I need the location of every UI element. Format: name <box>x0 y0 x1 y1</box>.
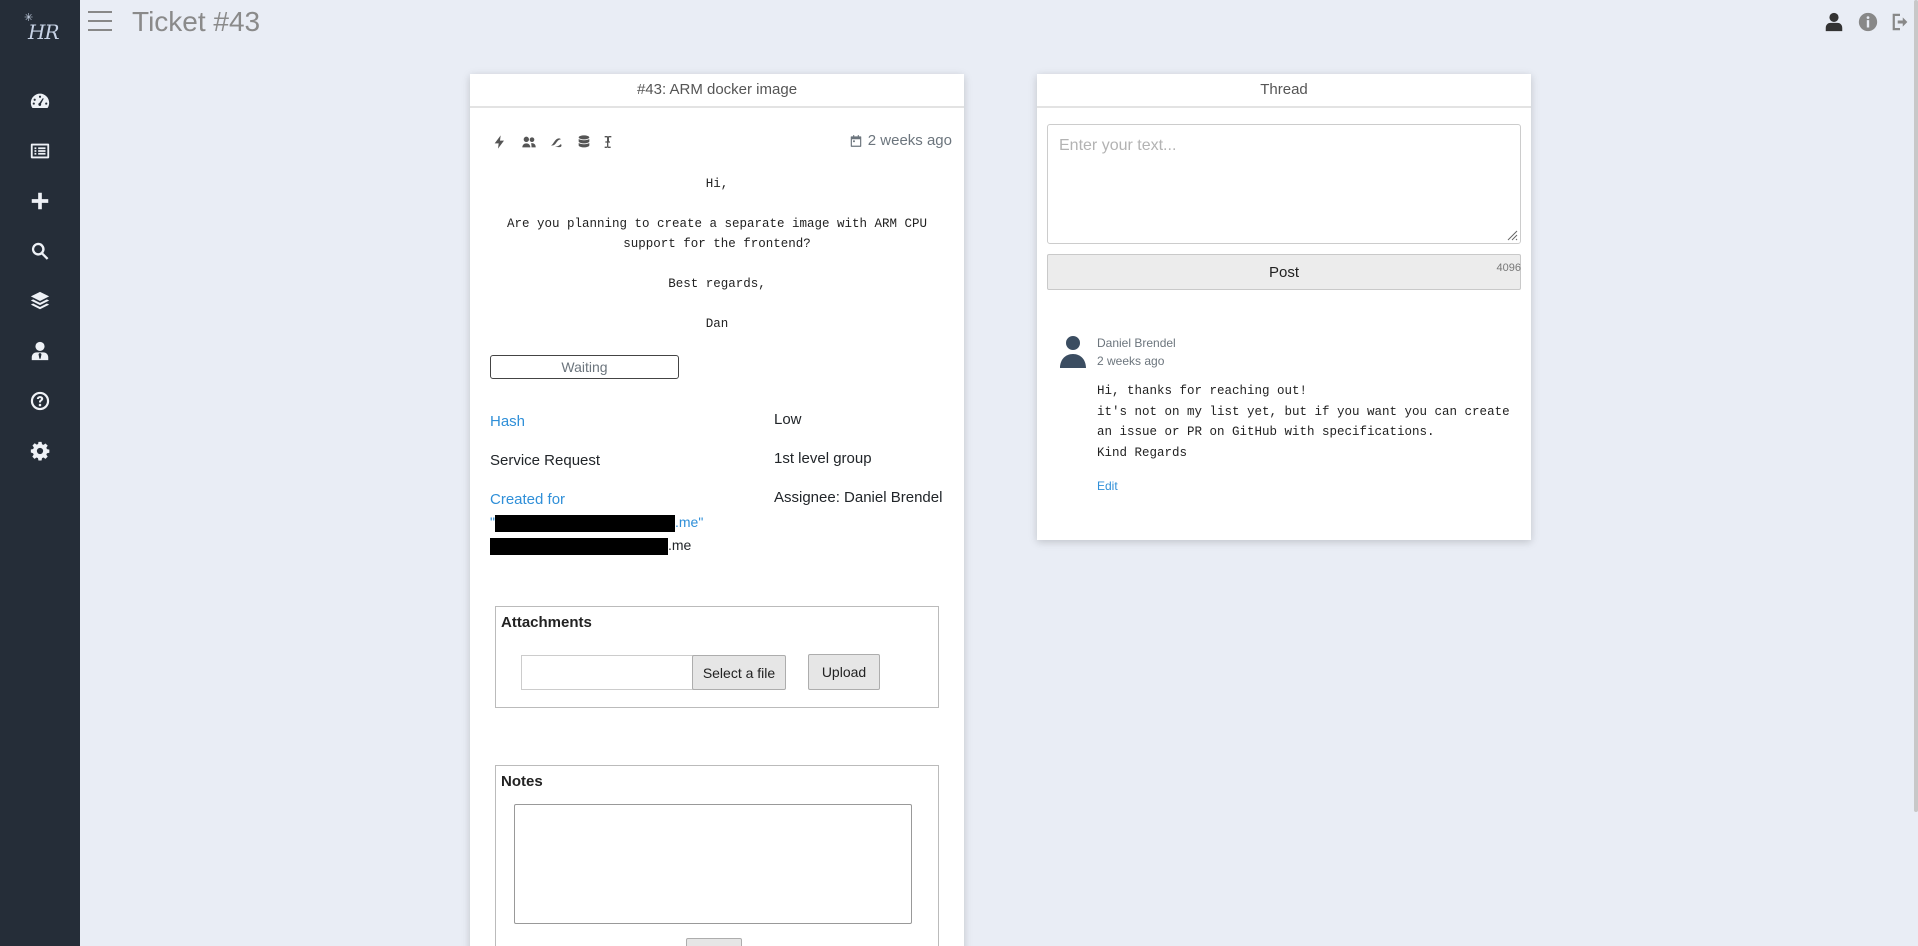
resize-handle-icon[interactable] <box>1506 229 1518 241</box>
message-line: Dan <box>705 317 729 331</box>
thread-header: Thread <box>1037 74 1531 108</box>
comment-author: Daniel Brendel <box>1097 336 1176 350</box>
sidebar-item-groups[interactable] <box>24 285 56 317</box>
message-line: Are you planning to create a separate im… <box>506 217 928 251</box>
menu-toggle-icon[interactable] <box>88 10 114 32</box>
ticket-message: Hi, Are you planning to create a separat… <box>488 174 946 354</box>
profile-button[interactable] <box>1822 10 1846 34</box>
comment-time: 2 weeks ago <box>1097 354 1165 368</box>
users-icon <box>522 136 536 148</box>
sidebar-item-search[interactable] <box>24 235 56 267</box>
message-line: Hi, <box>705 177 729 191</box>
info-icon <box>1858 12 1878 32</box>
group-value: 1st level group <box>774 450 872 467</box>
plus-icon <box>31 192 49 210</box>
help-icon <box>30 391 50 411</box>
sidebar-item-tickets[interactable] <box>24 135 56 167</box>
created-for-label[interactable]: Created for <box>490 491 565 508</box>
attachments-section: Attachments Select a file Upload <box>495 606 939 708</box>
search-icon <box>31 242 49 260</box>
save-notes-button[interactable] <box>686 938 742 946</box>
sidebar-item-settings[interactable] <box>24 435 56 467</box>
ticket-date: 2 weeks ago <box>849 132 952 149</box>
created-for-name-suffix: .me" <box>674 514 704 530</box>
comment-line: it's not on my list yet, but if you want… <box>1097 404 1510 440</box>
dashboard-icon <box>30 93 50 109</box>
thread-textarea[interactable]: Enter your text... <box>1047 124 1521 244</box>
ticket-type: Service Request <box>490 452 601 469</box>
priority-value: Low <box>774 411 802 428</box>
comment-body: Hi, thanks for reaching out! it's not on… <box>1097 381 1517 463</box>
ticket-card: #43: ARM docker image 2 weeks ago Hi, Ar… <box>470 74 964 946</box>
logo-text: HR <box>28 20 59 44</box>
sidebar-item-help[interactable] <box>24 385 56 417</box>
notes-section: Notes <box>495 765 939 946</box>
assignee-value: Assignee: Daniel Brendel <box>774 489 943 506</box>
message-line: Best regards, <box>668 277 766 291</box>
ticket-header: #43: ARM docker image <box>470 74 964 108</box>
app-logo[interactable]: ✳ HR <box>24 11 59 47</box>
redacted-block <box>494 514 675 532</box>
attachments-title: Attachments <box>501 614 592 631</box>
notes-title: Notes <box>501 773 543 790</box>
redacted-block <box>490 537 668 555</box>
sidebar-item-dashboard[interactable] <box>24 85 56 117</box>
action-button-hide[interactable] <box>547 132 567 152</box>
edit-comment-link[interactable]: Edit <box>1097 479 1118 493</box>
calendar-icon <box>850 134 862 147</box>
hide-icon <box>551 138 562 148</box>
action-button-text[interactable] <box>598 132 618 152</box>
file-input[interactable] <box>521 655 694 690</box>
action-button-database[interactable] <box>574 132 594 152</box>
gear-icon <box>30 441 50 461</box>
page-title: Ticket #43 <box>132 6 261 37</box>
list-icon <box>30 143 50 159</box>
page-scrollbar[interactable] <box>1914 0 1918 812</box>
info-button[interactable] <box>1856 10 1880 34</box>
thread-card: Thread Enter your text... Post 4096 Dani… <box>1037 74 1531 540</box>
text-cursor-icon <box>604 136 612 148</box>
upload-button[interactable]: Upload <box>808 654 880 690</box>
post-button[interactable]: Post <box>1047 254 1521 290</box>
avatar <box>1060 336 1086 368</box>
user-tie-icon <box>31 341 49 361</box>
sidebar-item-create[interactable] <box>24 185 56 217</box>
created-for-email-suffix: .me <box>668 537 692 553</box>
created-for-name[interactable]: " .me" <box>490 514 703 532</box>
sidebar-item-agents[interactable] <box>24 335 56 367</box>
hash-link[interactable]: Hash <box>490 413 525 430</box>
thread-placeholder: Enter your text... <box>1059 137 1177 154</box>
logout-button[interactable] <box>1888 10 1912 34</box>
layers-icon <box>30 291 50 310</box>
sidebar: ✳ HR <box>0 0 80 946</box>
action-button-assign[interactable] <box>517 132 541 152</box>
notes-textarea[interactable] <box>514 804 912 924</box>
logout-icon <box>1892 13 1908 31</box>
bolt-icon <box>494 135 504 149</box>
select-file-button[interactable]: Select a file <box>692 655 786 690</box>
char-counter: 4096 <box>1496 262 1521 274</box>
action-button-quick[interactable] <box>490 132 510 152</box>
comment-line: Hi, thanks for reaching out! <box>1097 384 1308 398</box>
created-for-email: .me <box>490 537 691 555</box>
database-icon <box>578 135 590 148</box>
comment-line: Kind Regards <box>1097 445 1188 460</box>
user-icon <box>1825 12 1843 32</box>
status-select[interactable]: Waiting <box>490 355 679 379</box>
ticket-date-text: 2 weeks ago <box>867 132 952 149</box>
